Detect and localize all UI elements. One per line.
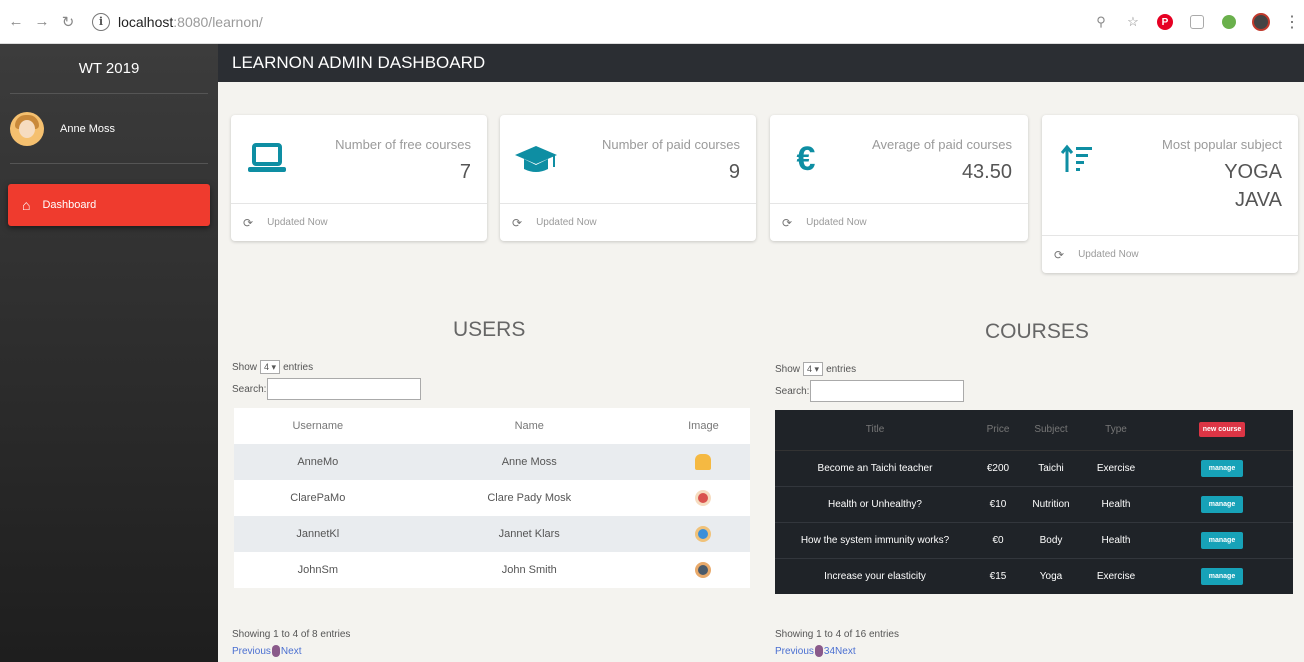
- euro-icon: €: [796, 139, 816, 178]
- page-header: LEARNON ADMIN DASHBOARD: [218, 44, 1304, 82]
- stat-value: 9: [728, 161, 740, 183]
- table-row[interactable]: How the system immunity works? €0 Body H…: [775, 521, 1293, 558]
- column-header[interactable]: Price: [975, 410, 1021, 451]
- refresh-icon: ⟳: [1054, 247, 1065, 262]
- star-bookmark-icon[interactable]: ☆: [1124, 13, 1142, 31]
- back-arrow-icon[interactable]: ←: [6, 12, 26, 32]
- table-row[interactable]: JannetKl Jannet Klars: [234, 516, 750, 552]
- page-indicator-icon: [814, 645, 823, 657]
- refresh-icon: ⟳: [782, 215, 793, 230]
- stat-value-primary: YOGA: [1224, 161, 1282, 183]
- table-row[interactable]: AnneMo Anne Moss: [234, 444, 750, 480]
- man-avatar-icon: [695, 562, 712, 578]
- courses-title: COURSES: [985, 320, 1089, 343]
- stat-footer: ⟳ Updated Now: [770, 203, 1028, 241]
- column-header[interactable]: Username: [234, 408, 402, 444]
- user-avatar-icon: [10, 111, 44, 146]
- courses-page-links[interactable]: 34: [824, 646, 835, 657]
- sort-amount-icon: [1056, 137, 1100, 181]
- page-indicator-icon: [271, 645, 280, 657]
- sidebar-username: Anne Moss: [60, 122, 116, 135]
- column-header[interactable]: Subject: [1021, 410, 1081, 451]
- laptop-icon: [245, 137, 289, 181]
- courses-next-link[interactable]: Next: [835, 646, 856, 657]
- stat-footer: ⟳ Updated Now: [500, 203, 756, 241]
- users-title: USERS: [453, 318, 526, 341]
- stat-value: 43.50: [961, 161, 1012, 183]
- graduation-cap-icon: [514, 137, 558, 181]
- courses-entries-select[interactable]: 4 ▾: [803, 362, 824, 376]
- reload-icon[interactable]: ↻: [58, 12, 78, 32]
- column-header[interactable]: Type: [1081, 410, 1151, 451]
- column-header[interactable]: Name: [401, 408, 657, 444]
- woman-blue-avatar-icon: [695, 526, 712, 542]
- column-header[interactable]: Image: [656, 408, 750, 444]
- browser-extensions: ⚲ ☆ P ⋮: [1092, 0, 1304, 44]
- address-host: localhost: [118, 13, 174, 30]
- stat-card-popular-subject: Most popular subject YOGA JAVA ⟳ Updated …: [1042, 115, 1298, 273]
- stat-footer: ⟳ Updated Now: [231, 203, 487, 241]
- refresh-icon: ⟳: [512, 215, 523, 230]
- sidebar-item-label: Dashboard: [42, 199, 97, 211]
- manage-button[interactable]: manage: [1200, 531, 1244, 549]
- address-bar[interactable]: i localhost:8080/learnon/: [92, 8, 263, 36]
- table-row[interactable]: Increase your elasticity €15 Yoga Exerci…: [775, 557, 1293, 594]
- stat-footer: ⟳ Updated Now: [1042, 235, 1298, 273]
- users-search: Search:: [232, 378, 422, 400]
- stat-card-paid-courses: Number of paid courses 9 ⟳ Updated Now: [500, 115, 756, 241]
- browser-toolbar: ← → ↻ i localhost:8080/learnon/ ⚲ ☆ P ⋮: [0, 0, 1304, 44]
- courses-pagination: Previous 34 Next: [775, 645, 856, 657]
- table-row[interactable]: ClarePaMo Clare Pady Mosk: [234, 480, 750, 516]
- woman-red-hair-avatar-icon: [695, 490, 712, 506]
- new-course-button[interactable]: new course: [1198, 422, 1246, 438]
- extension-leaf-icon[interactable]: [1220, 13, 1238, 31]
- courses-table-info: Showing 1 to 4 of 16 entries: [775, 629, 899, 640]
- page-title: LEARNON ADMIN DASHBOARD: [232, 53, 486, 72]
- table-row[interactable]: JohnSm John Smith: [234, 552, 750, 588]
- users-table: Username Name Image AnneMo Anne Moss Cla…: [234, 408, 750, 588]
- stat-card-average-paid: € Average of paid courses 43.50 ⟳ Updated…: [770, 115, 1028, 241]
- manage-button[interactable]: manage: [1200, 495, 1244, 513]
- menu-kebab-icon[interactable]: ⋮: [1284, 12, 1300, 32]
- stat-value-secondary: JAVA: [1234, 189, 1282, 211]
- profile-avatar-icon[interactable]: [1252, 13, 1270, 31]
- users-search-input[interactable]: [267, 378, 422, 400]
- pinterest-icon[interactable]: P: [1156, 13, 1174, 31]
- woman-blonde-avatar-icon: [695, 454, 712, 470]
- sidebar-brand[interactable]: WT 2019: [10, 44, 208, 94]
- stat-label: Most popular subject: [1162, 137, 1282, 152]
- sidebar-item-dashboard[interactable]: ⌂ Dashboard: [8, 184, 210, 226]
- address-path: :8080/learnon/: [173, 13, 263, 30]
- courses-length-control: Show 4 ▾ entries: [775, 362, 857, 376]
- courses-search: Search:: [775, 380, 965, 402]
- forward-arrow-icon[interactable]: →: [32, 12, 52, 32]
- stat-card-free-courses: Number of free courses 7 ⟳ Updated Now: [231, 115, 487, 241]
- manage-button[interactable]: manage: [1200, 459, 1244, 477]
- users-next-link[interactable]: Next: [281, 646, 302, 657]
- sidebar-user[interactable]: Anne Moss: [10, 94, 208, 164]
- users-table-info: Showing 1 to 4 of 8 entries: [232, 629, 351, 640]
- stat-label: Average of paid courses: [872, 137, 1012, 152]
- home-icon: ⌂: [22, 197, 31, 213]
- users-length-control: Show 4 ▾ entries: [232, 360, 314, 374]
- sidebar: WT 2019 Anne Moss ⌂ Dashboard: [0, 44, 218, 662]
- zoom-icon[interactable]: ⚲: [1092, 13, 1110, 31]
- extension-square-icon[interactable]: [1188, 13, 1206, 31]
- column-header[interactable]: Title: [775, 410, 975, 451]
- stat-label: Number of free courses: [335, 137, 471, 152]
- courses-search-input[interactable]: [810, 380, 965, 402]
- table-row[interactable]: Health or Unhealthy? €10 Nutrition Healt…: [775, 485, 1293, 522]
- users-prev-link[interactable]: Previous: [232, 646, 271, 657]
- courses-prev-link[interactable]: Previous: [775, 646, 814, 657]
- courses-table: Title Price Subject Type new course Beco…: [775, 410, 1293, 594]
- stat-value: 7: [459, 161, 471, 183]
- users-entries-select[interactable]: 4 ▾: [260, 360, 281, 374]
- table-row[interactable]: Become an Taichi teacher €200 Taichi Exe…: [775, 449, 1293, 486]
- manage-button[interactable]: manage: [1200, 567, 1244, 585]
- stat-label: Number of paid courses: [601, 137, 740, 152]
- info-icon[interactable]: i: [92, 12, 110, 31]
- refresh-icon: ⟳: [243, 215, 254, 230]
- users-pagination: Previous Next: [232, 645, 301, 657]
